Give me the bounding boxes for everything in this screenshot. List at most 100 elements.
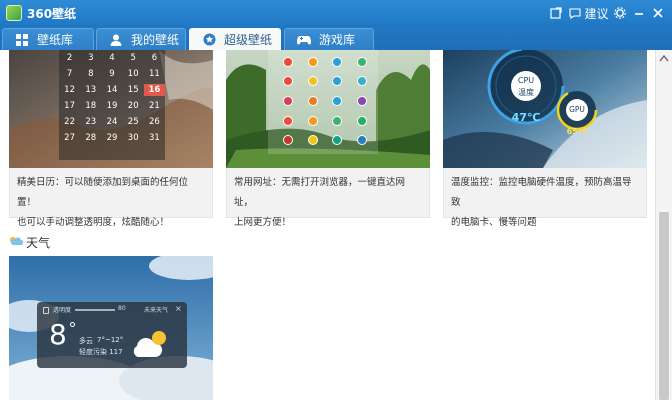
- shortcut-icon: [350, 52, 375, 72]
- calendar-day: 12: [64, 85, 75, 95]
- site-logo-icon: [307, 95, 318, 106]
- tab-label: 游戏库: [319, 33, 356, 47]
- website-shortcuts-thumbnail[interactable]: [226, 50, 430, 168]
- chat-bubble-icon: [569, 7, 582, 19]
- gamepad-icon: [297, 33, 311, 47]
- calendar-day: 30: [127, 133, 139, 143]
- calendar-day: 6: [151, 53, 158, 63]
- hardware-monitor-thumbnail[interactable]: CPU 温度 47℃ GPU 65℃: [443, 50, 647, 168]
- gpu-label: GPU: [569, 105, 585, 114]
- shortcut-icon: [301, 52, 326, 72]
- feedback-button[interactable]: 建议: [569, 3, 609, 23]
- calendar-grid: 2 3 4 5 6 7 8 9 10 11 12 13 14 15 16 17 18 19 20 21 22 23 24 25…: [59, 52, 165, 144]
- site-logo-icon: [356, 56, 367, 67]
- site-logo-icon: [307, 135, 318, 146]
- lock-icon[interactable]: [43, 307, 49, 314]
- skin-switch-icon[interactable]: [548, 3, 564, 23]
- calendar-day: 18: [85, 101, 97, 111]
- shortcut-icon: [276, 130, 301, 150]
- vertical-scrollbar[interactable]: [655, 50, 672, 400]
- shortcut-icon: [301, 72, 326, 92]
- air-quality: 轻度污染 117: [79, 348, 123, 356]
- card-description: 温度监控：监控电脑硬件温度，预防高温导致 的电脑卡、慢等问题: [443, 168, 647, 228]
- calendar-day: 26: [148, 117, 160, 127]
- calendar-day: 10: [127, 69, 139, 79]
- section-title-text: 天气: [26, 235, 51, 250]
- settings-gear-icon[interactable]: [613, 3, 627, 23]
- calendar-day: 13: [85, 85, 97, 95]
- calendar-day: 16: [143, 84, 165, 96]
- scroll-up-icon[interactable]: [659, 54, 669, 62]
- weather-condition: 多云: [79, 337, 93, 345]
- grid-icon: [15, 33, 29, 47]
- degree-symbol: [70, 322, 75, 327]
- calendar-day: 4: [109, 53, 115, 63]
- site-logo-icon: [307, 76, 318, 87]
- close-icon[interactable]: [651, 3, 665, 23]
- calendar-day: 3: [88, 53, 94, 63]
- tab-label: 壁纸库: [37, 33, 74, 47]
- tab-label: 我的壁纸: [131, 33, 180, 47]
- site-logo-icon: [307, 115, 318, 126]
- gpu-temperature: 65℃: [566, 127, 588, 136]
- cpu-temperature: 47℃: [511, 111, 541, 124]
- shortcut-icon: [276, 91, 301, 111]
- calendar-day: 22: [64, 117, 75, 127]
- opacity-label: 透明度: [53, 307, 72, 314]
- shortcut-icon: [301, 91, 326, 111]
- cpu-sub-label: 温度: [518, 88, 534, 97]
- tab-label: 超级壁纸: [224, 33, 273, 47]
- weather-wallpaper-thumbnail[interactable]: 透明度 80 未来天气 × 8 多云 7°~12° 轻度污染 117: [9, 256, 213, 400]
- calendar-day: 28: [85, 133, 97, 143]
- shortcut-icon: [276, 111, 301, 131]
- calendar-day: 27: [64, 133, 75, 143]
- tab-game-library[interactable]: 游戏库: [284, 28, 374, 50]
- tab-wallpaper-library[interactable]: 壁纸库: [2, 28, 94, 50]
- tab-my-wallpaper[interactable]: 我的壁纸: [96, 28, 186, 50]
- calendar-day: 2: [66, 53, 73, 63]
- site-logo-icon: [283, 76, 294, 87]
- calendar-wallpaper-thumbnail[interactable]: 2 3 4 5 6 7 8 9 10 11 12 13 14 15 16 17 18 19 20 21 22 23 24 25…: [9, 50, 213, 168]
- calendar-day: 19: [106, 101, 118, 111]
- calendar-day: 17: [64, 101, 75, 111]
- app-title: 360壁纸: [27, 7, 77, 21]
- city-label: 未来天气: [144, 307, 169, 314]
- calendar-day: 5: [130, 53, 136, 63]
- site-logo-icon: [332, 135, 343, 146]
- site-logo-icon: [356, 95, 367, 106]
- site-logo-icon: [356, 76, 367, 87]
- feedback-label: 建议: [584, 6, 609, 21]
- card-description: 常用网址：无需打开浏览器，一键直达网址， 上网更方便！: [226, 168, 430, 228]
- shortcut-icon: [350, 130, 375, 150]
- star-badge-icon: [202, 33, 216, 47]
- shortcut-icon: [350, 72, 375, 92]
- calendar-day: 23: [85, 117, 97, 127]
- calendar-day: 9: [109, 69, 115, 79]
- minimize-icon[interactable]: [632, 3, 646, 23]
- temperature-range: 7°~12°: [97, 336, 124, 344]
- opacity-slider[interactable]: [75, 309, 115, 311]
- shortcut-icon: [325, 72, 350, 92]
- site-logo-icon: [283, 115, 294, 126]
- calendar-day: 21: [148, 101, 160, 111]
- calendar-day: 15: [127, 85, 139, 95]
- current-temperature: 8: [49, 318, 67, 351]
- calendar-day: 7: [66, 69, 73, 79]
- card-description: 精美日历：可以随便添加到桌面的任何位置！ 也可以手动调整透明度，炫酷随心！: [9, 168, 213, 228]
- weather-close-icon[interactable]: ×: [175, 304, 182, 313]
- scrollbar-thumb[interactable]: [659, 212, 669, 400]
- desc-line: 也可以手动调整透明度，炫酷随心！: [17, 217, 170, 228]
- desc-line: 精美日历：可以随便添加到桌面的任何位置！: [17, 177, 189, 208]
- calendar-day: 24: [106, 117, 118, 127]
- calendar-day: 29: [106, 133, 118, 143]
- site-logo-icon: [356, 135, 367, 146]
- app-logo-icon: [6, 5, 22, 21]
- tab-super-wallpaper[interactable]: 超级壁纸: [189, 28, 281, 50]
- shortcut-icon-grid: [276, 52, 374, 150]
- shortcut-icon: [276, 72, 301, 92]
- calendar-day: 14: [106, 85, 118, 95]
- shortcut-icon: [301, 130, 326, 150]
- shortcut-icon: [350, 111, 375, 131]
- shortcut-icon: [325, 111, 350, 131]
- calendar-day: 25: [127, 117, 139, 127]
